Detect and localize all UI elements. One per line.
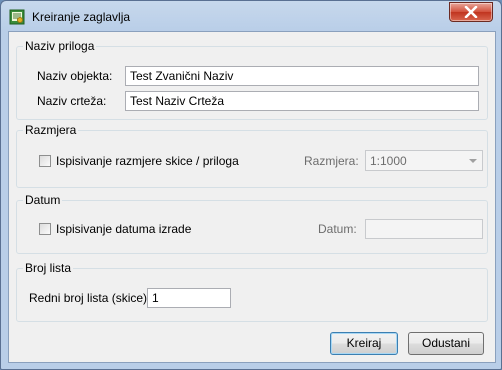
razmjera-label: Razmjera:	[304, 154, 359, 168]
datum-input[interactable]	[365, 219, 483, 239]
group-datum: Datum Ispisivanje datuma izrade Datum:	[16, 193, 488, 254]
odustani-button[interactable]: Odustani	[408, 332, 484, 355]
group-datum-legend: Datum	[23, 193, 63, 207]
redni-broj-input[interactable]	[147, 288, 231, 308]
datum-checkbox-label[interactable]: Ispisivanje datuma izrade	[56, 222, 191, 236]
group-broj-lista: Broj lista Redni broj lista (skice):	[16, 261, 488, 322]
datum-label: Datum:	[318, 222, 357, 236]
naziv-crteza-label: Naziv crteža:	[37, 94, 107, 108]
dialog-client-area: Naziv priloga Naziv objekta: Naziv crtež…	[8, 31, 496, 363]
naziv-objekta-label: Naziv objekta:	[37, 69, 113, 83]
group-naziv-priloga-legend: Naziv priloga	[23, 39, 97, 53]
naziv-crteza-input[interactable]	[125, 91, 479, 111]
razmjera-checkbox[interactable]	[39, 155, 51, 167]
close-icon	[464, 6, 478, 18]
window-title: Kreiranje zaglavlja	[32, 10, 131, 24]
dialog-window: Kreiranje zaglavlja Naziv priloga Naziv …	[0, 0, 502, 370]
group-razmjera-legend: Razmjera	[23, 123, 79, 137]
razmjera-select[interactable]: 1:1000	[365, 150, 483, 171]
title-bar[interactable]: Kreiranje zaglavlja	[1, 1, 501, 31]
group-razmjera: Razmjera Ispisivanje razmjere skice / pr…	[16, 123, 488, 188]
razmjera-select-value: 1:1000	[370, 154, 407, 168]
close-button[interactable]	[449, 2, 493, 22]
naziv-objekta-input[interactable]	[125, 66, 479, 86]
chevron-down-icon	[469, 159, 477, 163]
kreiraj-button[interactable]: Kreiraj	[330, 332, 398, 355]
datum-checkbox[interactable]	[39, 223, 51, 235]
redni-broj-label: Redni broj lista (skice):	[29, 291, 151, 305]
certificate-icon	[9, 9, 25, 25]
razmjera-checkbox-label[interactable]: Ispisivanje razmjere skice / priloga	[56, 154, 239, 168]
group-broj-lista-legend: Broj lista	[23, 261, 74, 275]
group-naziv-priloga: Naziv priloga Naziv objekta: Naziv crtež…	[16, 39, 488, 120]
